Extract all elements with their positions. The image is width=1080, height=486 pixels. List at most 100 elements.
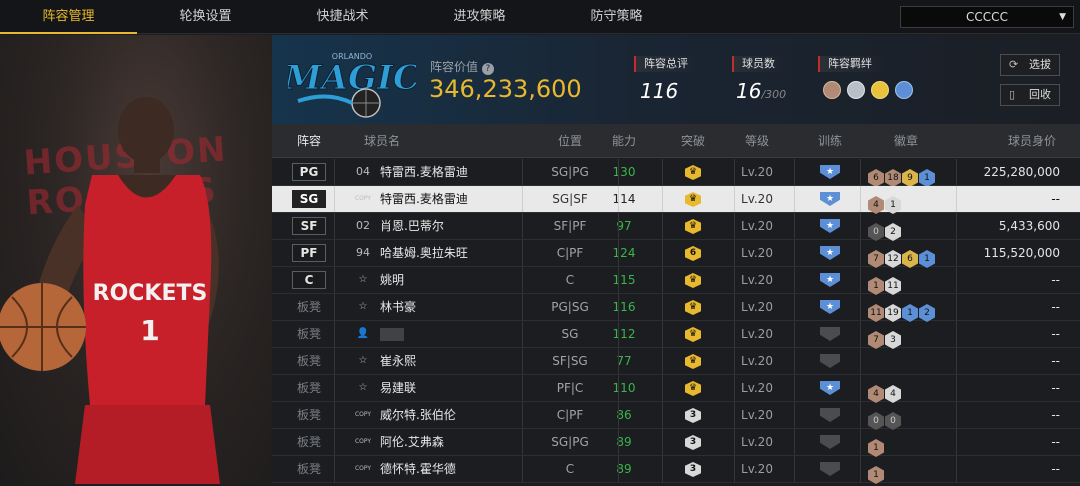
training-shield-icon[interactable]: ★ <box>820 246 840 260</box>
tab-rotation[interactable]: 轮换设置 <box>137 0 274 34</box>
col-value[interactable]: 球员身价 <box>992 124 1072 158</box>
table-row[interactable]: SG COPY 特雷西.麦格雷迪 SG|SF 114 ♛ Lv.20 ★ 4 1 -- <box>272 186 1080 214</box>
select-button[interactable]: ⟳ 选拔 <box>1000 54 1060 76</box>
col-name[interactable]: 球员名 <box>352 124 412 158</box>
training-shield-icon[interactable]: ★ <box>820 300 840 314</box>
table-row[interactable]: C ☆ 姚明 C 115 ♛ Lv.20 ★ 1 11 -- <box>272 267 1080 295</box>
player-name[interactable]: 德怀特.霍华德 <box>380 456 456 482</box>
medal-badge[interactable]: 1 <box>868 277 884 295</box>
training-shield-icon[interactable]: ★ <box>820 273 840 287</box>
player-name[interactable]: 威尔特.张伯伦 <box>380 402 456 428</box>
col-level[interactable]: 等级 <box>717 124 797 158</box>
col-ability[interactable]: 能力 <box>594 124 654 158</box>
training-shield-icon[interactable] <box>820 354 840 368</box>
table-row[interactable]: 板凳 COPY 威尔特.张伯伦 C|PF 86 3 Lv.20 0 0 -- <box>272 402 1080 430</box>
player-name[interactable]: 易建联 <box>380 375 416 401</box>
position-slot[interactable]: SG <box>292 190 326 208</box>
table-row[interactable]: PG 04 特雷西.麦格雷迪 SG|PG 130 ♛ Lv.20 ★ 6 18 9 1 225,280,… <box>272 159 1080 187</box>
position-slot[interactable]: PF <box>292 244 326 262</box>
col-break[interactable]: 突破 <box>663 124 723 158</box>
player-name[interactable]: 崔永熙 <box>380 348 416 374</box>
chemistry-blue-icon[interactable] <box>895 81 913 99</box>
medal-badge[interactable]: 1 <box>868 439 884 457</box>
medal-badge[interactable]: 0 <box>868 223 884 241</box>
medal-badge[interactable]: 1 <box>919 250 935 268</box>
player-name[interactable]: 特雷西.麦格雷迪 <box>380 186 468 212</box>
medal-badge[interactable]: 1 <box>885 196 901 214</box>
training-shield-icon[interactable]: ★ <box>820 381 840 395</box>
medal-badge[interactable]: 1 <box>868 466 884 484</box>
medal-badge[interactable]: 12 <box>885 250 901 268</box>
player-level: Lv.20 <box>741 300 773 314</box>
table-row[interactable]: 板凳 👤 SG 112 ♛ Lv.20 7 3 -- <box>272 321 1080 349</box>
player-ability: 89 <box>616 435 632 449</box>
medal-badge[interactable]: 4 <box>885 385 901 403</box>
medal-badge[interactable]: 11 <box>885 277 901 295</box>
player-portrait: ROCKETS 1 <box>0 97 220 484</box>
help-icon[interactable]: ? <box>481 63 494 75</box>
table-row[interactable]: 板凳 COPY 阿伦.艾弗森 SG|PG 89 3 Lv.20 1 -- <box>272 429 1080 457</box>
player-name[interactable]: 肖恩.巴蒂尔 <box>380 213 444 239</box>
medal-badge[interactable]: 4 <box>868 196 884 214</box>
medal-badge[interactable]: 1 <box>919 169 935 187</box>
training-shield-icon[interactable] <box>820 327 840 341</box>
training-shield-icon[interactable] <box>820 435 840 449</box>
tab-tactics[interactable]: 快捷战术 <box>274 0 411 34</box>
bench-slot[interactable]: 板凳 <box>292 294 326 320</box>
player-name[interactable]: 阿伦.艾弗森 <box>380 429 444 455</box>
player-name[interactable]: 哈基姆.奥拉朱旺 <box>380 240 468 266</box>
position-slot[interactable]: SF <box>292 217 326 235</box>
bench-slot[interactable]: 板凳 <box>292 321 326 347</box>
col-medals[interactable]: 徽章 <box>876 124 936 158</box>
medal-badge[interactable]: 11 <box>868 304 884 322</box>
tab-defense[interactable]: 防守策略 <box>548 0 685 34</box>
col-training[interactable]: 训练 <box>800 124 860 158</box>
table-row[interactable]: PF 94 哈基姆.奥拉朱旺 C|PF 124 6 Lv.20 ★ 7 12 6 1 115,520,0… <box>272 240 1080 268</box>
medal-badge[interactable]: 18 <box>885 169 901 187</box>
table-row[interactable]: 板凳 ☆ 易建联 PF|C 110 ♛ Lv.20 ★ 4 4 -- <box>272 375 1080 403</box>
bench-slot[interactable]: 板凳 <box>292 402 326 428</box>
medal-badge[interactable]: 6 <box>868 169 884 187</box>
bench-slot[interactable]: 板凳 <box>292 375 326 401</box>
bench-slot[interactable]: 板凳 <box>292 348 326 374</box>
col-slot[interactable]: 阵容 <box>282 124 336 158</box>
bench-slot[interactable]: 板凳 <box>292 456 326 482</box>
training-shield-icon[interactable]: ★ <box>820 192 840 206</box>
star-icon: ☆ <box>358 355 368 366</box>
training-shield-icon[interactable]: ★ <box>820 165 840 179</box>
medal-badge[interactable]: 9 <box>902 169 918 187</box>
player-name-blurred[interactable] <box>380 328 404 341</box>
medal-badge[interactable]: 2 <box>919 304 935 322</box>
player-value: -- <box>1051 462 1060 476</box>
medal-badge[interactable]: 4 <box>868 385 884 403</box>
table-row[interactable]: 板凳 ☆ 崔永熙 SF|SG 77 ♛ Lv.20 -- <box>272 348 1080 375</box>
team-dropdown[interactable]: CCCCC ▼ <box>900 6 1074 28</box>
tab-offense[interactable]: 进攻策略 <box>411 0 548 34</box>
chemistry-silver-icon[interactable] <box>847 81 865 99</box>
bench-slot[interactable]: 板凳 <box>292 429 326 455</box>
medal-badge[interactable]: 6 <box>902 250 918 268</box>
player-name[interactable]: 特雷西.麦格雷迪 <box>380 159 468 185</box>
recycle-button[interactable]: ▯ 回收 <box>1000 84 1060 106</box>
table-row[interactable]: 板凳 COPY 德怀特.霍华德 C 89 3 Lv.20 1 -- <box>272 456 1080 484</box>
position-slot[interactable]: PG <box>292 163 326 181</box>
training-shield-icon[interactable]: ★ <box>820 219 840 233</box>
medal-badge[interactable]: 2 <box>885 223 901 241</box>
medal-badge[interactable]: 19 <box>885 304 901 322</box>
medal-badge[interactable]: 0 <box>885 412 901 430</box>
player-name[interactable]: 姚明 <box>380 267 404 293</box>
player-name[interactable]: 林书豪 <box>380 294 416 320</box>
position-slot[interactable]: C <box>292 271 326 289</box>
table-row[interactable]: 板凳 ☆ 林书豪 PG|SG 116 ♛ Lv.20 ★ 11 19 1 2 -- <box>272 294 1080 322</box>
medal-badge[interactable]: 7 <box>868 331 884 349</box>
tab-lineup[interactable]: 阵容管理 <box>0 0 137 34</box>
medal-badge[interactable]: 3 <box>885 331 901 349</box>
training-shield-icon[interactable] <box>820 462 840 476</box>
chemistry-gold-icon[interactable] <box>871 81 889 99</box>
medal-badge[interactable]: 7 <box>868 250 884 268</box>
table-row[interactable]: SF 02 肖恩.巴蒂尔 SF|PF 97 ♛ Lv.20 ★ 0 2 5,433,600 <box>272 213 1080 241</box>
medal-badge[interactable]: 0 <box>868 412 884 430</box>
chemistry-bronze-icon[interactable] <box>823 81 841 99</box>
training-shield-icon[interactable] <box>820 408 840 422</box>
medal-badge[interactable]: 1 <box>902 304 918 322</box>
